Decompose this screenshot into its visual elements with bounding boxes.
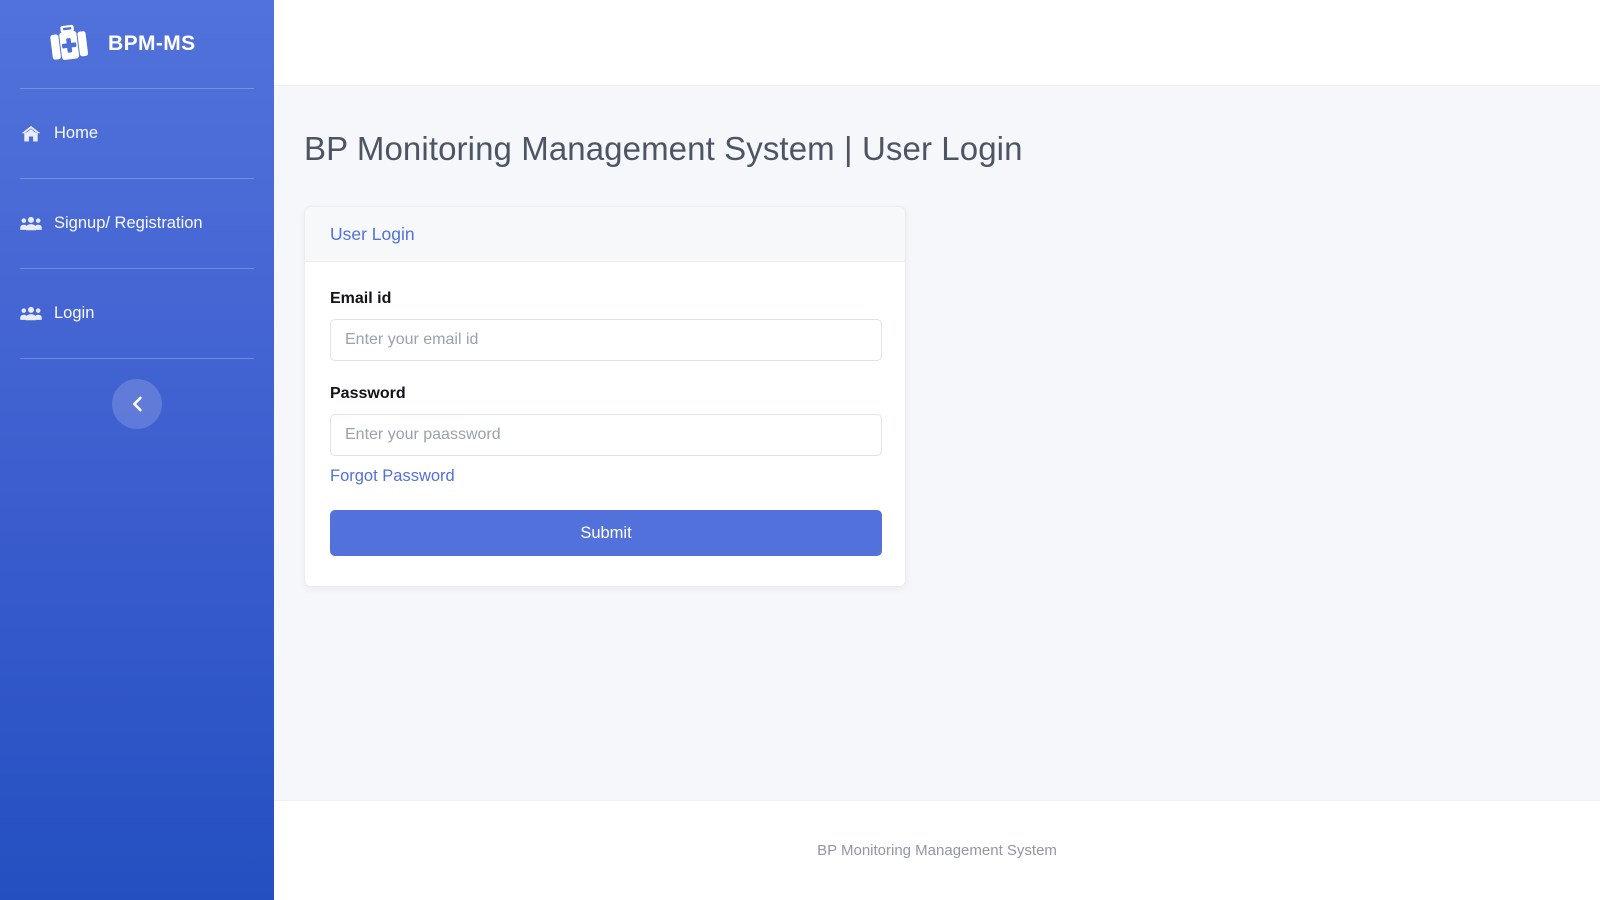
card-body: Email id Password Forgot Password Submit — [305, 262, 905, 586]
page-footer: BP Monitoring Management System — [274, 800, 1600, 900]
email-field[interactable] — [330, 319, 882, 361]
home-icon — [20, 123, 42, 145]
sidebar-item-login[interactable]: Login — [0, 269, 274, 358]
page-title: BP Monitoring Management System | User L… — [304, 130, 1023, 167]
card-header: User Login — [305, 207, 905, 262]
password-field-label: Password — [330, 385, 406, 402]
main-region: BP Monitoring Management System | User L… — [274, 0, 1600, 900]
content-area: BP Monitoring Management System | User L… — [274, 86, 1600, 800]
medical-briefcase-icon — [46, 21, 92, 67]
password-field[interactable] — [330, 414, 882, 456]
brand-name: BPM-MS — [108, 32, 196, 55]
brand[interactable]: BPM-MS — [0, 0, 274, 88]
chevron-left-icon — [130, 396, 144, 412]
email-field-label: Email id — [330, 290, 392, 307]
sidebar-item-label: Home — [54, 124, 99, 142]
app-root: BPM-MS Home Signup/ Registration Login B… — [0, 0, 1600, 900]
sidebar-item-label: Login — [54, 304, 95, 322]
forgot-password-link[interactable]: Forgot Password — [330, 467, 455, 486]
sidebar-collapse-button[interactable] — [112, 379, 162, 429]
top-header-bar — [274, 0, 1600, 86]
sidebar-item-home[interactable]: Home — [0, 89, 274, 178]
sidebar-item-signup-registration[interactable]: Signup/ Registration — [0, 179, 274, 268]
user-login-card: User Login Email id Password Forgot Pass… — [304, 206, 906, 587]
users-group-icon — [20, 213, 42, 235]
submit-button[interactable]: Submit — [330, 510, 882, 556]
sidebar-item-label: Signup/ Registration — [54, 214, 203, 232]
sidebar-collapse-area — [0, 359, 274, 449]
sidebar: BPM-MS Home Signup/ Registration Login — [0, 0, 274, 900]
card-header-title: User Login — [330, 224, 415, 244]
users-group-icon — [20, 303, 42, 325]
footer-text: BP Monitoring Management System — [817, 842, 1057, 859]
